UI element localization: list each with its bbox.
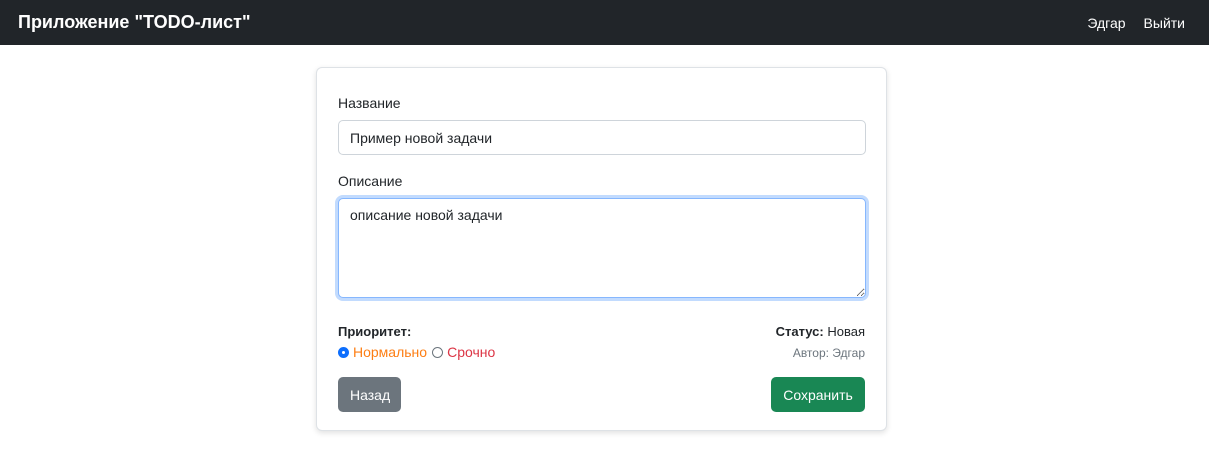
- save-button[interactable]: Сохранить: [771, 377, 865, 412]
- logout-link[interactable]: Выйти: [1144, 15, 1185, 31]
- app-brand[interactable]: Приложение "TODO-лист": [18, 12, 251, 33]
- priority-normal-radio[interactable]: [338, 346, 349, 358]
- priority-radios: Нормально Срочно: [338, 344, 495, 360]
- status-key: Статус:: [775, 324, 824, 339]
- button-row: Назад Сохранить: [338, 377, 865, 412]
- description-label: Описание: [338, 173, 403, 189]
- title-label: Название: [338, 95, 401, 111]
- priority-label: Приоритет:: [338, 324, 412, 339]
- user-name-link[interactable]: Эдгар: [1087, 15, 1125, 31]
- meta-row: Приоритет: Нормально Срочно Статус: Нова…: [338, 324, 865, 360]
- description-textarea[interactable]: описание новой задачи: [338, 198, 866, 298]
- priority-group: Приоритет: Нормально Срочно: [338, 324, 495, 360]
- nav-links: Эдгар Выйти: [1087, 15, 1185, 31]
- status-line: Статус: Новая: [776, 324, 865, 339]
- back-button[interactable]: Назад: [338, 377, 401, 412]
- priority-urgent-label[interactable]: Срочно: [447, 344, 495, 360]
- author-text: Автор: Эдгар: [792, 346, 865, 360]
- priority-normal-label[interactable]: Нормально: [353, 344, 427, 360]
- task-form-card: Название Описание описание новой задачи …: [316, 67, 887, 431]
- priority-urgent-radio[interactable]: [432, 346, 444, 358]
- status-group: Статус: Новая Автор: Эдгар: [776, 324, 865, 360]
- navbar: Приложение "TODO-лист" Эдгар Выйти: [0, 0, 1209, 45]
- status-value: Новая: [827, 324, 865, 339]
- title-input[interactable]: [338, 120, 866, 155]
